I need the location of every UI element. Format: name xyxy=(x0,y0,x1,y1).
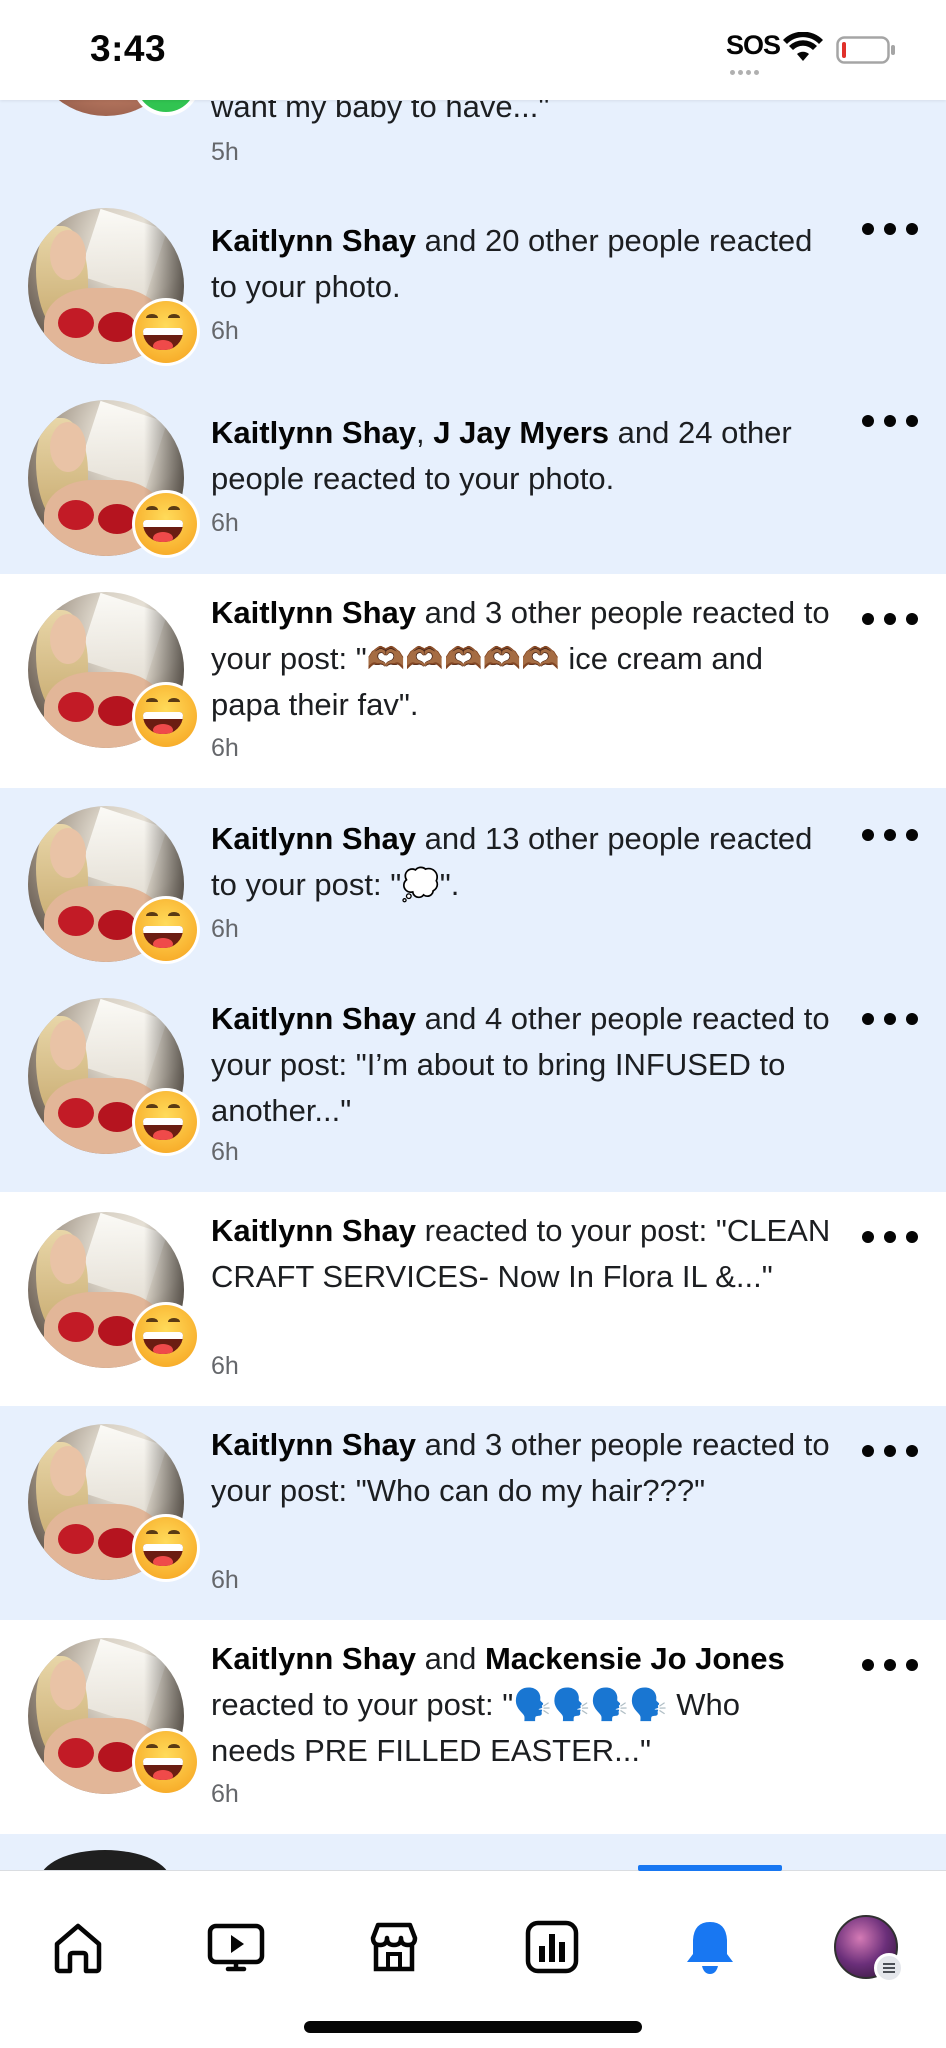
menu-icon xyxy=(874,1953,904,1983)
notification-actor-name: Mackensie Jo Jones xyxy=(484,1641,785,1676)
notification-actor-name: Kaitlynn Shay xyxy=(211,1641,416,1676)
notification-text: Kaitlynn Shay and 13 other people reacte… xyxy=(211,816,831,908)
home-tab[interactable] xyxy=(38,1907,118,1987)
notification-text: Kaitlynn Shay, J Jay Myers and 24 other … xyxy=(211,410,831,502)
notification-item[interactable]: Kaitlynn Shay, J Jay Myers and 24 other … xyxy=(0,382,946,574)
home-icon xyxy=(54,1923,102,1974)
profile-tab[interactable] xyxy=(826,1907,906,1987)
notification-item[interactable]: Kaitlynn Shay reacted to your post: "CLE… xyxy=(0,1192,946,1406)
notification-text: Kaitlynn Shay and 4 other people reacted… xyxy=(211,996,831,1134)
active-tab-indicator xyxy=(638,1865,782,1871)
notification-avatar xyxy=(28,1212,200,1382)
notification-text: Kaitlynn Shay and 20 other people reacte… xyxy=(211,218,831,310)
notification-avatar xyxy=(28,208,200,378)
notification-avatar xyxy=(28,1638,200,1808)
bottom-nav xyxy=(0,1865,946,2048)
notification-item[interactable]: Kaitlynn Shay and 3 other people reacted… xyxy=(0,1406,946,1620)
notification-item[interactable]: Kaitlynn Shay and 13 other people reacte… xyxy=(0,788,946,980)
signal-dots xyxy=(730,62,770,75)
more-options-button[interactable] xyxy=(862,1222,918,1252)
battery-icon xyxy=(836,36,895,64)
home-indicator[interactable] xyxy=(304,2021,642,2033)
haha-reaction-icon xyxy=(132,490,200,558)
notification-actor-name: Kaitlynn Shay xyxy=(211,595,416,630)
video-icon xyxy=(207,1923,265,1972)
notification-actor-name: Kaitlynn Shay xyxy=(211,1213,416,1248)
notification-item[interactable]: Kaitlynn Shay and 20 other people reacte… xyxy=(0,190,946,382)
notification-actor-name: Kaitlynn Shay xyxy=(211,821,416,856)
sos-indicator: SOS xyxy=(726,30,781,60)
dashboard-tab[interactable] xyxy=(512,1907,592,1987)
haha-reaction-icon xyxy=(132,1302,200,1370)
more-options-button[interactable] xyxy=(862,406,918,436)
notification-time: 6h xyxy=(211,1138,239,1166)
notification-time: 6h xyxy=(211,509,239,537)
notification-item[interactable]: Kaitlynn Shay and 3 other people reacted… xyxy=(0,574,946,788)
haha-reaction-icon xyxy=(132,1088,200,1156)
notification-time: 6h xyxy=(211,1780,239,1808)
haha-reaction-icon xyxy=(132,896,200,964)
dashboard-icon xyxy=(525,1920,579,1974)
notification-avatar xyxy=(28,400,200,570)
notification-time: 6h xyxy=(211,1566,239,1594)
more-options-button[interactable] xyxy=(862,1436,918,1466)
notification-item[interactable]: Kaitlynn Shay and 4 other people reacted… xyxy=(0,980,946,1192)
notification-actor-name: Kaitlynn Shay xyxy=(211,1001,416,1036)
notification-text: Kaitlynn Shay and 3 other people reacted… xyxy=(211,590,831,728)
notification-text: Kaitlynn Shay reacted to your post: "CLE… xyxy=(211,1208,831,1300)
notification-time: 5h xyxy=(211,138,239,166)
marketplace-tab[interactable] xyxy=(354,1907,434,1987)
notification-item-partial[interactable] xyxy=(0,1834,946,1870)
status-time: 3:43 xyxy=(90,28,167,69)
notification-actor-name: Kaitlynn Shay xyxy=(211,223,416,258)
notification-avatar xyxy=(28,998,200,1168)
notification-actor-name: Kaitlynn Shay xyxy=(211,415,416,450)
notification-time: 6h xyxy=(211,317,239,345)
haha-reaction-icon xyxy=(132,682,200,750)
haha-reaction-icon xyxy=(132,298,200,366)
notification-avatar xyxy=(28,1424,200,1594)
notification-message: , xyxy=(416,415,434,450)
more-options-button[interactable] xyxy=(862,1004,918,1034)
notifications-feed[interactable]: want my baby to have..." 5h Kaitlynn Sha… xyxy=(0,0,946,1870)
more-options-button[interactable] xyxy=(862,604,918,634)
more-options-button[interactable] xyxy=(862,214,918,244)
notification-text: Kaitlynn Shay and 3 other people reacted… xyxy=(211,1422,831,1514)
profile-avatar xyxy=(834,1915,904,1983)
notification-message: reacted to your post: "🗣️🗣️🗣️🗣️ Who need… xyxy=(211,1687,740,1768)
notification-text: Kaitlynn Shay and Mackensie Jo Jones rea… xyxy=(211,1636,831,1774)
notification-avatar xyxy=(40,1850,170,1870)
notification-item[interactable]: Kaitlynn Shay and Mackensie Jo Jones rea… xyxy=(0,1620,946,1834)
notification-time: 6h xyxy=(211,734,239,762)
notification-actor-name: Kaitlynn Shay xyxy=(211,1427,416,1462)
status-bar: 3:43 SOS xyxy=(0,0,946,100)
wifi-icon xyxy=(783,32,823,61)
video-tab[interactable] xyxy=(196,1907,276,1987)
notification-time: 6h xyxy=(211,915,239,943)
notification-avatar xyxy=(28,592,200,762)
notifications-tab[interactable] xyxy=(670,1907,750,1987)
notification-actor-name: J Jay Myers xyxy=(433,415,610,450)
haha-reaction-icon xyxy=(132,1514,200,1582)
marketplace-icon xyxy=(370,1922,418,1972)
notification-message: and xyxy=(416,1641,485,1676)
notifications-bell-icon xyxy=(687,1922,733,1974)
more-options-button[interactable] xyxy=(862,1650,918,1680)
haha-reaction-icon xyxy=(132,1728,200,1796)
more-options-button[interactable] xyxy=(862,820,918,850)
notification-time: 6h xyxy=(211,1352,239,1380)
notification-avatar xyxy=(28,806,200,976)
